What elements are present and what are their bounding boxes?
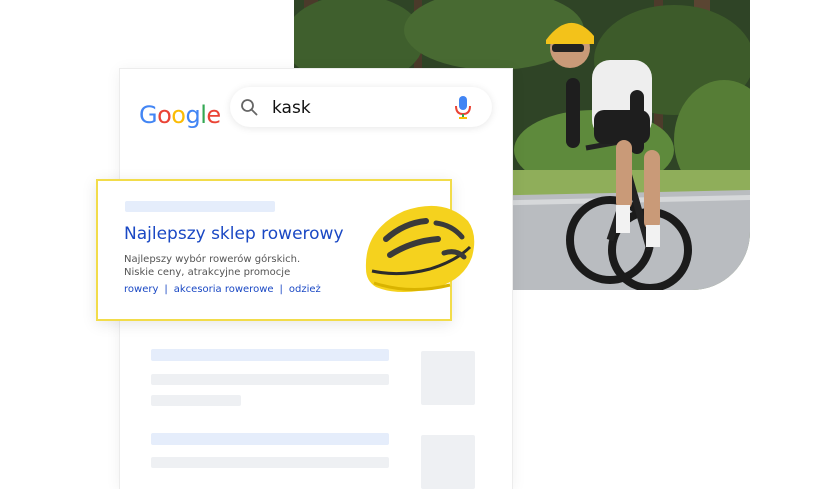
placeholder-line — [151, 395, 241, 406]
sitelink-odziez[interactable]: odzież — [289, 284, 321, 295]
placeholder-line — [151, 349, 389, 361]
sitelink-rowery[interactable]: rowery — [124, 284, 158, 295]
helmet-image — [365, 205, 475, 292]
sitelink-separator: | — [164, 284, 168, 295]
placeholder-line — [151, 374, 389, 385]
ad-sitelinks: rowery | akcesoria rowerowe | odzież — [124, 284, 321, 295]
search-input[interactable]: kask — [272, 98, 311, 118]
ad-headline-link[interactable]: Najlepszy sklep rowerowy — [124, 224, 344, 244]
ad-description-line: Najlepszy wybór rowerów górskich. — [124, 254, 301, 265]
search-bar[interactable]: kask — [230, 87, 492, 127]
ad-result-card[interactable]: Najlepszy sklep rowerowy Najlepszy wybór… — [96, 179, 475, 321]
placeholder-line — [151, 457, 389, 468]
ad-description: Najlepszy wybór rowerów górskich. Niskie… — [124, 253, 300, 279]
sitelink-separator: | — [279, 284, 283, 295]
search-icon[interactable] — [240, 98, 258, 116]
placeholder-line — [125, 201, 275, 212]
ad-description-line: Niskie ceny, atrakcyjne promocje — [124, 267, 291, 278]
placeholder-thumbnail — [421, 351, 475, 405]
sitelink-akcesoria[interactable]: akcesoria rowerowe — [174, 284, 274, 295]
placeholder-line — [151, 433, 389, 445]
microphone-icon[interactable] — [454, 95, 472, 119]
google-logo[interactable]: Google — [139, 101, 221, 129]
placeholder-thumbnail — [421, 435, 475, 489]
